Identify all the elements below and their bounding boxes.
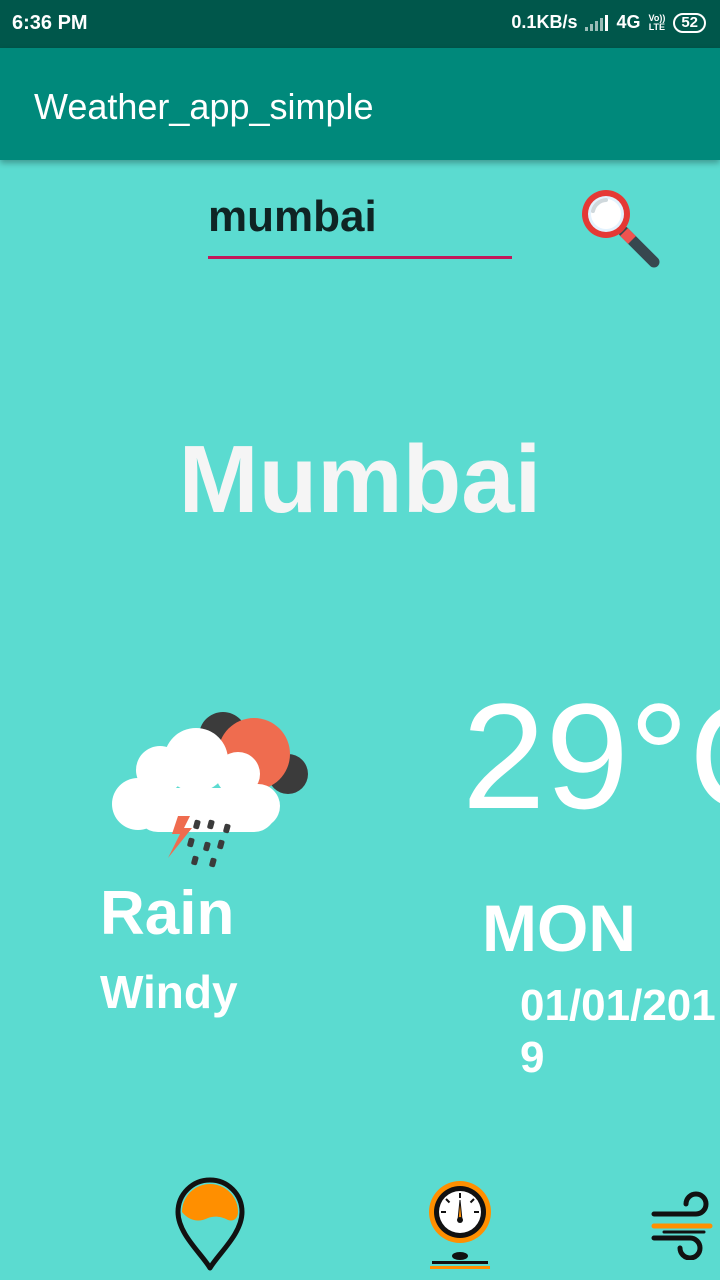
search-input-value[interactable]: mumbai	[208, 192, 377, 242]
network-type: 4G	[616, 12, 641, 32]
condition-main: Rain	[100, 879, 235, 948]
day-of-week: MON	[482, 891, 636, 965]
battery-icon: 52	[673, 12, 706, 33]
network-speed: 0.1KB/s	[511, 12, 578, 32]
city-name: Mumbai	[178, 426, 542, 533]
location-icon[interactable]	[172, 1176, 248, 1272]
app-title: Weather_app_simple	[34, 86, 374, 127]
temperature: 29°C	[462, 672, 720, 840]
search-icon[interactable]	[576, 186, 666, 276]
date: 01/01/2019	[520, 981, 716, 1082]
signal-icon	[585, 14, 609, 31]
status-bar: 6:36 PM 0.1KB/s 4G Vo)) LTE 52	[0, 0, 720, 48]
rain-storm-icon	[112, 712, 308, 868]
condition-description: Windy	[100, 966, 238, 1018]
status-indicators: 0.1KB/s 4G Vo)) LTE 52	[511, 12, 706, 33]
volte-icon: Vo)) LTE	[648, 12, 666, 32]
app-bar: Weather_app_simple	[0, 48, 720, 160]
wind-icon[interactable]	[650, 1186, 720, 1260]
pressure-gauge-icon[interactable]	[424, 1176, 496, 1272]
search-input[interactable]: mumbai	[208, 186, 512, 259]
status-time: 6:36 PM	[12, 12, 88, 34]
